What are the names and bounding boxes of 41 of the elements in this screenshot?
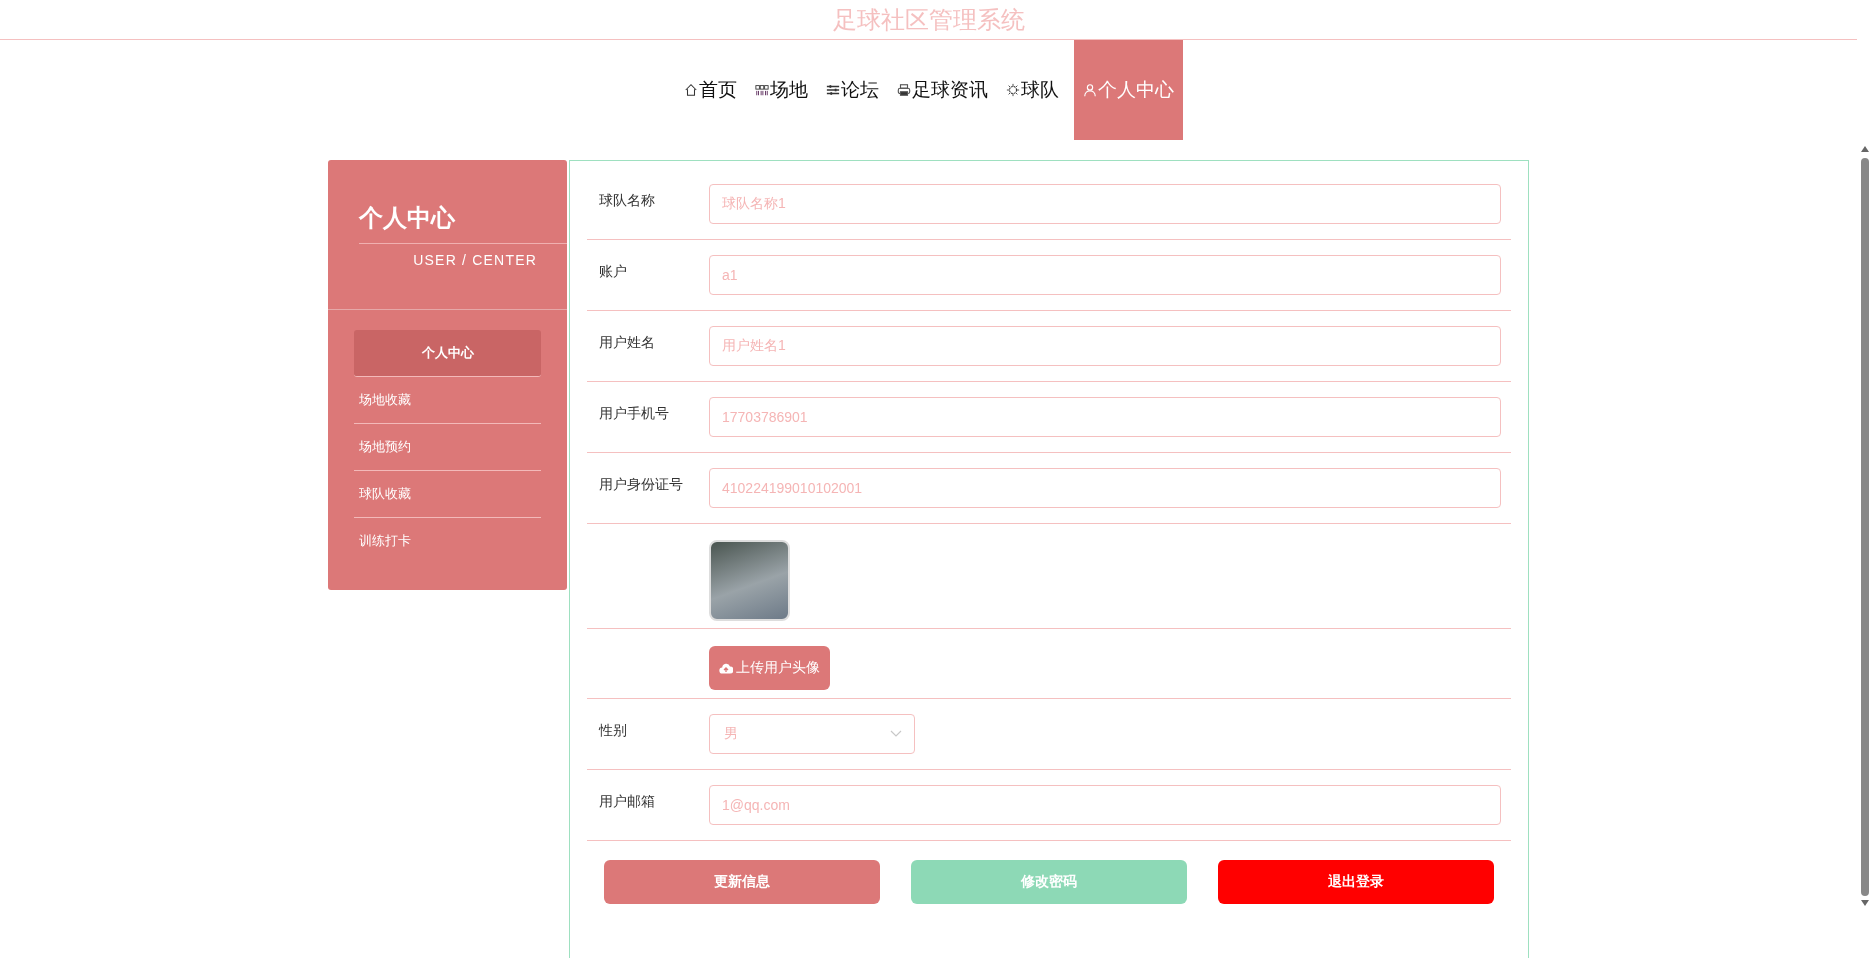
text-field[interactable]: 球队名称1: [709, 184, 1501, 224]
text-field[interactable]: 17703786901: [709, 397, 1501, 437]
chevron-down-icon: [890, 730, 902, 738]
field-label: 用户邮箱: [599, 793, 655, 811]
sidebar-item[interactable]: 场地收藏: [354, 377, 541, 424]
sidebar-title: 个人中心: [359, 203, 455, 233]
select-field[interactable]: 男: [709, 714, 915, 754]
text-field[interactable]: 用户姓名1: [709, 326, 1501, 366]
text-field[interactable]: 1@qq.com: [709, 785, 1501, 825]
sidebar-subtitle: USER / CENTER: [412, 252, 538, 268]
field-label: 用户身份证号: [599, 476, 683, 494]
field-label: 用户姓名: [599, 334, 655, 352]
nav-tab[interactable]: 足球资讯: [887, 40, 997, 140]
sliders-icon: [825, 83, 840, 97]
app-title: 足球社区管理系统: [832, 4, 1025, 35]
field-label: 用户手机号: [599, 405, 669, 423]
home-icon: [683, 83, 698, 97]
password-button[interactable]: 修改密码: [911, 860, 1187, 904]
grid-icon: [754, 83, 769, 97]
nav-tab[interactable]: 论坛: [816, 40, 888, 140]
scrollbar[interactable]: [1860, 146, 1869, 906]
field-label: 球队名称: [599, 192, 655, 210]
cloud-upload-icon: [719, 662, 733, 674]
field-label: 性别: [599, 722, 627, 740]
nav-tab[interactable]: 球队: [996, 40, 1068, 140]
printer-icon: [896, 83, 911, 97]
sidebar-item[interactable]: 训练打卡: [354, 518, 541, 564]
upload-button[interactable]: 上传用户头像: [709, 646, 830, 690]
field-label: 账户: [599, 263, 627, 281]
logout-button[interactable]: 退出登录: [1218, 860, 1494, 904]
nav-tab[interactable]: 场地: [745, 40, 817, 140]
nav-tab[interactable]: 个人中心: [1073, 40, 1183, 140]
sidebar-item[interactable]: 个人中心: [354, 330, 541, 377]
nav-tab[interactable]: 首页: [674, 40, 746, 140]
gear-icon: [1005, 83, 1020, 97]
sidebar-item[interactable]: 球队收藏: [354, 471, 541, 518]
update-button[interactable]: 更新信息: [604, 860, 880, 904]
person-icon: [1082, 83, 1097, 97]
sidebar-item[interactable]: 场地预约: [354, 424, 541, 471]
text-field[interactable]: a1: [709, 255, 1501, 295]
text-field[interactable]: 410224199010102001: [709, 468, 1501, 508]
